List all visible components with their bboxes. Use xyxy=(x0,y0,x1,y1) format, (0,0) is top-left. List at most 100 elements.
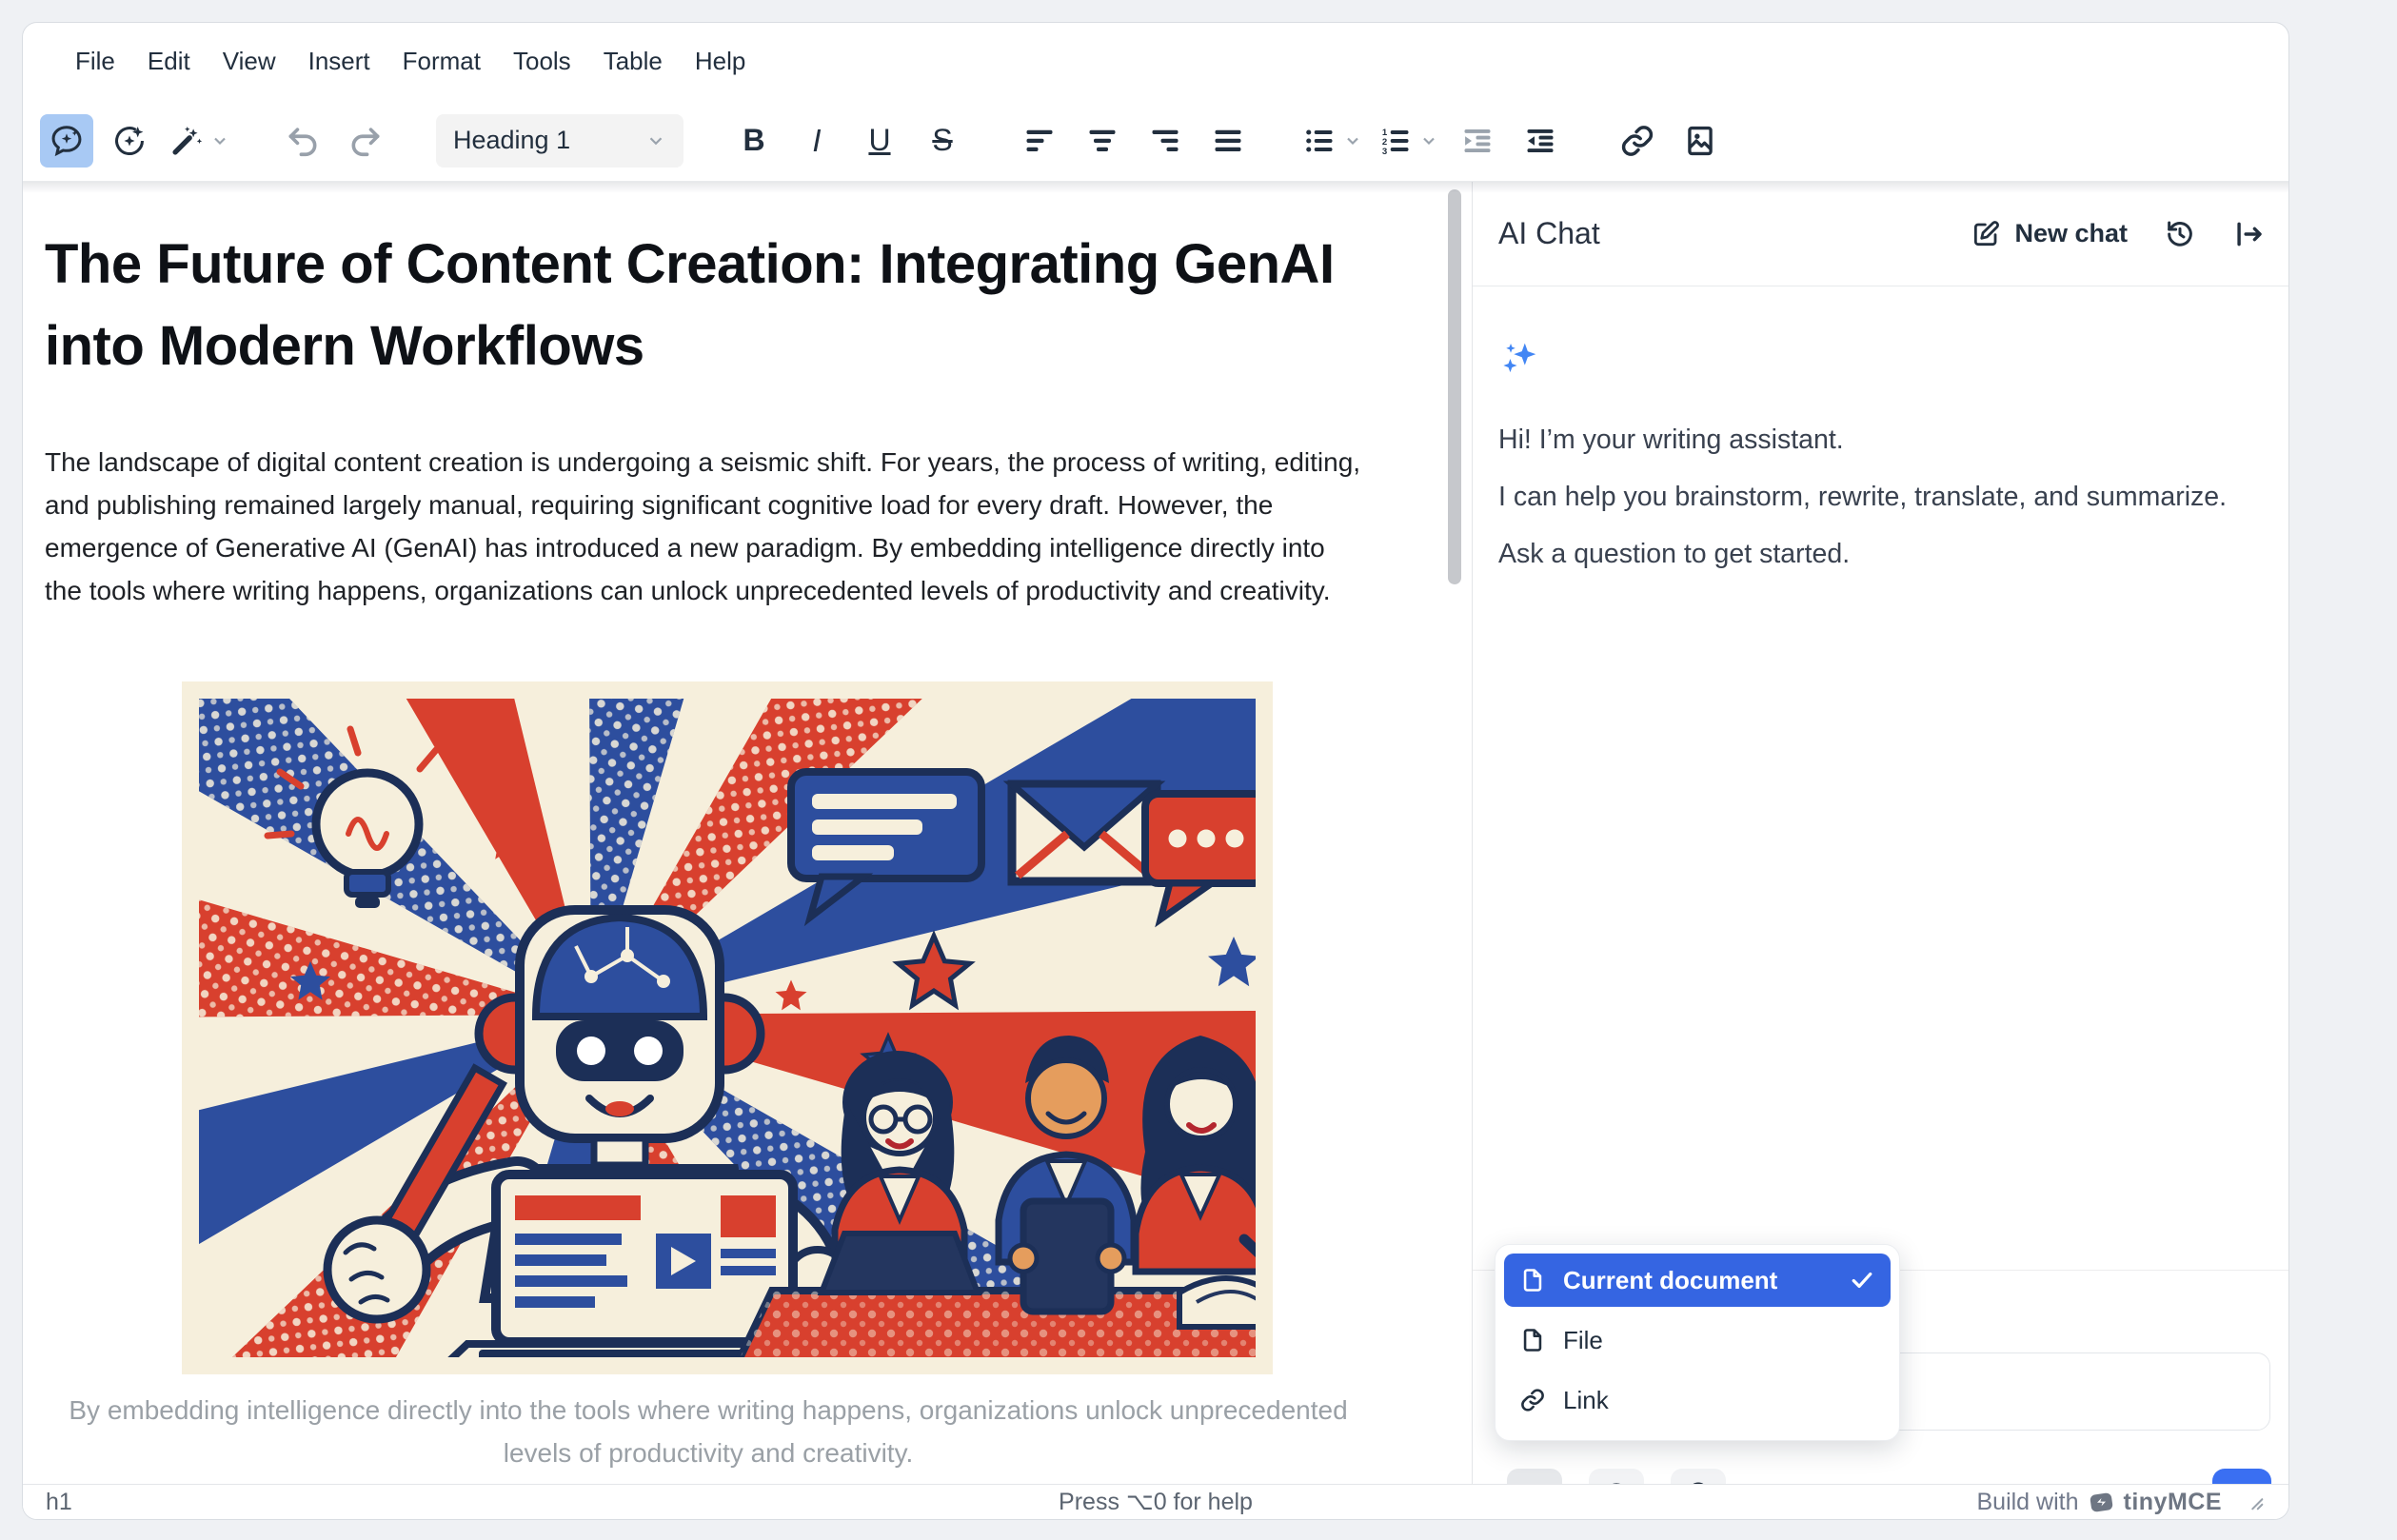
insert-image-button[interactable] xyxy=(1674,114,1727,168)
chat-history-button[interactable] xyxy=(2164,218,2196,250)
undo-button[interactable] xyxy=(276,114,329,168)
editor-canvas[interactable]: The Future of Content Creation: Integrat… xyxy=(23,182,1441,1484)
history-icon xyxy=(2164,218,2196,250)
bullet-list-chevron[interactable] xyxy=(1340,131,1365,150)
accessibility-help-text: Press ⌥0 for help xyxy=(23,1488,2288,1516)
greeting-line: Ask a question to get started. xyxy=(1498,534,2266,575)
underline-glyph: U xyxy=(868,123,890,158)
menu-item-label: Link xyxy=(1563,1386,1875,1415)
align-center-button[interactable] xyxy=(1076,114,1129,168)
menubar: File Edit View Insert Format Tools Table… xyxy=(23,23,2288,99)
bold-button[interactable]: B xyxy=(727,114,781,168)
ai-rewrite-chevron[interactable] xyxy=(208,131,232,150)
numbered-list-chevron[interactable] xyxy=(1416,131,1441,150)
align-left-button[interactable] xyxy=(1013,114,1066,168)
attach-source-menu: Current document File xyxy=(1495,1244,1900,1441)
outdent-icon xyxy=(1460,124,1495,158)
close-sidebar-button[interactable] xyxy=(2232,218,2265,250)
document-illustration-image[interactable] xyxy=(182,681,1273,1374)
ai-chat-bubble-icon xyxy=(49,123,85,159)
image-caption[interactable]: By embedding intelligence directly into … xyxy=(61,1389,1356,1474)
magic-wand-icon xyxy=(168,123,205,159)
menu-edit[interactable]: Edit xyxy=(131,37,207,86)
justify-button[interactable] xyxy=(1201,114,1255,168)
outdent-button[interactable] xyxy=(1451,114,1504,168)
collapse-right-icon xyxy=(2232,218,2265,250)
branding-link[interactable]: Build with tinyMCE xyxy=(1977,1489,2267,1516)
menu-item-link[interactable]: Link xyxy=(1504,1373,1891,1427)
underline-button[interactable]: U xyxy=(853,114,906,168)
align-right-button[interactable] xyxy=(1139,114,1192,168)
toolbar: Heading 1 B I U S xyxy=(23,99,2288,182)
menu-item-file[interactable]: File xyxy=(1504,1313,1891,1367)
block-format-select[interactable]: Heading 1 xyxy=(436,114,683,168)
new-chat-label: New chat xyxy=(2014,219,2128,248)
align-right-icon xyxy=(1148,124,1182,158)
ai-shortcuts-button[interactable] xyxy=(103,114,156,168)
ai-chat-title: AI Chat xyxy=(1498,216,1971,251)
branding-prefix: Build with xyxy=(1977,1489,2079,1516)
menu-tools[interactable]: Tools xyxy=(497,37,587,86)
redo-icon xyxy=(347,123,384,159)
svg-text:3: 3 xyxy=(1382,146,1387,156)
justify-icon xyxy=(1211,124,1245,158)
new-chat-button[interactable]: New chat xyxy=(1971,219,2128,249)
chevron-down-icon xyxy=(645,130,666,151)
numbered-list-button[interactable]: 1 2 3 xyxy=(1375,114,1416,168)
block-format-value: Heading 1 xyxy=(453,126,645,155)
menu-file[interactable]: File xyxy=(59,37,131,86)
ai-shortcuts-icon xyxy=(111,123,148,159)
toolbar-divider xyxy=(23,181,2288,182)
undo-icon xyxy=(285,123,321,159)
ai-chat-body: Hi! I’m your writing assistant. I can he… xyxy=(1473,286,2289,1484)
menu-item-label: Current document xyxy=(1563,1266,1832,1295)
menu-item-current-document[interactable]: Current document xyxy=(1504,1254,1891,1307)
tinymce-logo-icon xyxy=(2089,1490,2114,1515)
ai-sparkles-icon xyxy=(1498,336,1542,380)
element-path[interactable]: h1 xyxy=(46,1489,72,1516)
align-center-icon xyxy=(1085,124,1119,158)
link-icon xyxy=(1519,1387,1546,1413)
check-icon xyxy=(1849,1267,1875,1293)
menu-table[interactable]: Table xyxy=(587,37,679,86)
insert-link-button[interactable] xyxy=(1611,114,1664,168)
content-area: The Future of Content Creation: Integrat… xyxy=(23,182,2288,1484)
menu-help[interactable]: Help xyxy=(679,37,762,86)
menu-item-label: File xyxy=(1563,1326,1875,1355)
indent-button[interactable] xyxy=(1514,114,1567,168)
align-left-icon xyxy=(1022,124,1057,158)
bullet-list-icon xyxy=(1302,124,1337,158)
link-icon xyxy=(1619,123,1655,159)
image-icon xyxy=(1682,123,1718,159)
chevron-down-icon xyxy=(210,131,229,150)
editor-window: File Edit View Insert Format Tools Table… xyxy=(22,22,2289,1520)
numbered-list-icon: 1 2 3 xyxy=(1378,124,1413,158)
file-icon xyxy=(1519,1327,1546,1353)
bold-glyph: B xyxy=(743,123,764,158)
statusbar: h1 Press ⌥0 for help Build with tinyMCE xyxy=(23,1484,2288,1519)
editor-scrollbar-thumb[interactable] xyxy=(1448,189,1461,584)
italic-button[interactable]: I xyxy=(790,114,843,168)
menu-view[interactable]: View xyxy=(207,37,292,86)
editor-scrollbar xyxy=(1445,182,1464,1484)
chevron-down-icon xyxy=(1419,131,1438,150)
greeting-line: I can help you brainstorm, rewrite, tran… xyxy=(1498,477,2231,518)
document-paragraph[interactable]: The landscape of digital content creatio… xyxy=(45,441,1368,612)
strikethrough-glyph: S xyxy=(932,123,952,158)
document-heading[interactable]: The Future of Content Creation: Integrat… xyxy=(45,224,1406,387)
redo-button[interactable] xyxy=(339,114,392,168)
ai-rewrite-button[interactable] xyxy=(166,114,208,168)
indent-icon xyxy=(1523,124,1557,158)
ai-assistant-button[interactable] xyxy=(40,114,93,168)
chevron-down-icon xyxy=(1343,131,1362,150)
ai-chat-panel: AI Chat New chat xyxy=(1472,182,2289,1484)
compose-icon xyxy=(1971,219,2001,249)
bullet-list-button[interactable] xyxy=(1298,114,1340,168)
resize-handle[interactable] xyxy=(2245,1491,2266,1512)
menu-format[interactable]: Format xyxy=(386,37,497,86)
assistant-greeting: Hi! I’m your writing assistant. I can he… xyxy=(1498,420,2266,591)
italic-glyph: I xyxy=(812,123,821,159)
strikethrough-button[interactable]: S xyxy=(916,114,969,168)
menu-insert[interactable]: Insert xyxy=(292,37,386,86)
greeting-line: Hi! I’m your writing assistant. xyxy=(1498,420,2266,461)
